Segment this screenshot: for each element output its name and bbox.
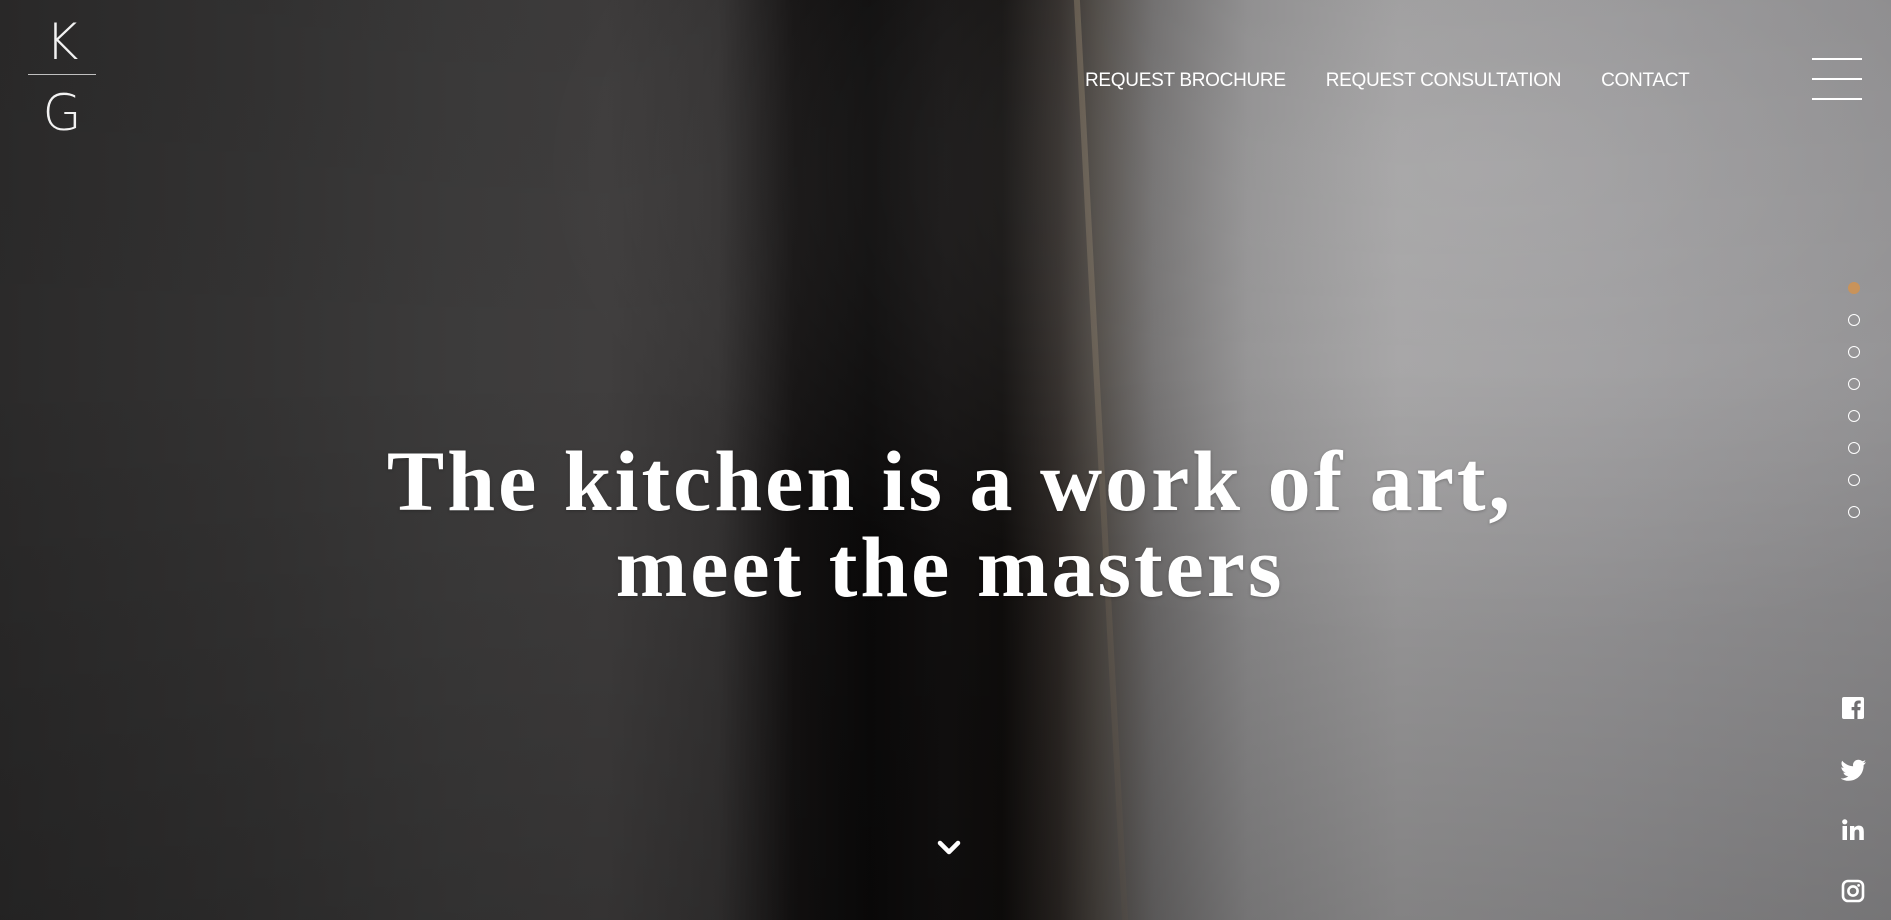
hero-section: K G REQUEST BROCHURE REQUEST CONSULTATIO…: [0, 0, 1891, 920]
nav-request-brochure[interactable]: REQUEST BROCHURE: [1085, 70, 1286, 92]
headline-line-2: meet the masters: [615, 518, 1285, 615]
menu-bar-middle: [1812, 78, 1862, 80]
nav-request-consultation[interactable]: REQUEST CONSULTATION: [1326, 70, 1562, 92]
slide-dot-7[interactable]: [1848, 474, 1860, 486]
menu-bar-bottom: [1812, 98, 1862, 100]
slide-dot-8[interactable]: [1848, 506, 1860, 518]
slide-pagination: [1848, 282, 1860, 518]
logo-letter-top: K: [45, 13, 79, 71]
nav-contact[interactable]: CONTACT: [1601, 70, 1690, 92]
hero-headline: The kitchen is a work of art, meet the m…: [300, 438, 1600, 610]
slide-dot-5[interactable]: [1848, 410, 1860, 422]
logo-letter-bottom: G: [42, 84, 82, 142]
linkedin-icon[interactable]: [1841, 818, 1865, 842]
instagram-icon[interactable]: [1841, 879, 1865, 903]
social-links: [1838, 696, 1868, 903]
slide-dot-4[interactable]: [1848, 378, 1860, 390]
chevron-down-icon[interactable]: [934, 836, 964, 860]
slide-dot-6[interactable]: [1848, 442, 1860, 454]
facebook-icon[interactable]: [1841, 696, 1865, 720]
slide-dot-3[interactable]: [1848, 346, 1860, 358]
slide-dot-1[interactable]: [1848, 282, 1860, 294]
twitter-icon[interactable]: [1841, 757, 1866, 781]
headline-line-1: The kitchen is a work of art,: [386, 432, 1514, 529]
top-navigation: REQUEST BROCHURE REQUEST CONSULTATION CO…: [1085, 70, 1690, 92]
menu-bar-top: [1812, 58, 1862, 60]
hamburger-icon[interactable]: [1812, 58, 1862, 100]
brand-logo[interactable]: K G: [28, 14, 96, 150]
logo-divider: [28, 74, 96, 75]
slide-dot-2[interactable]: [1848, 314, 1860, 326]
